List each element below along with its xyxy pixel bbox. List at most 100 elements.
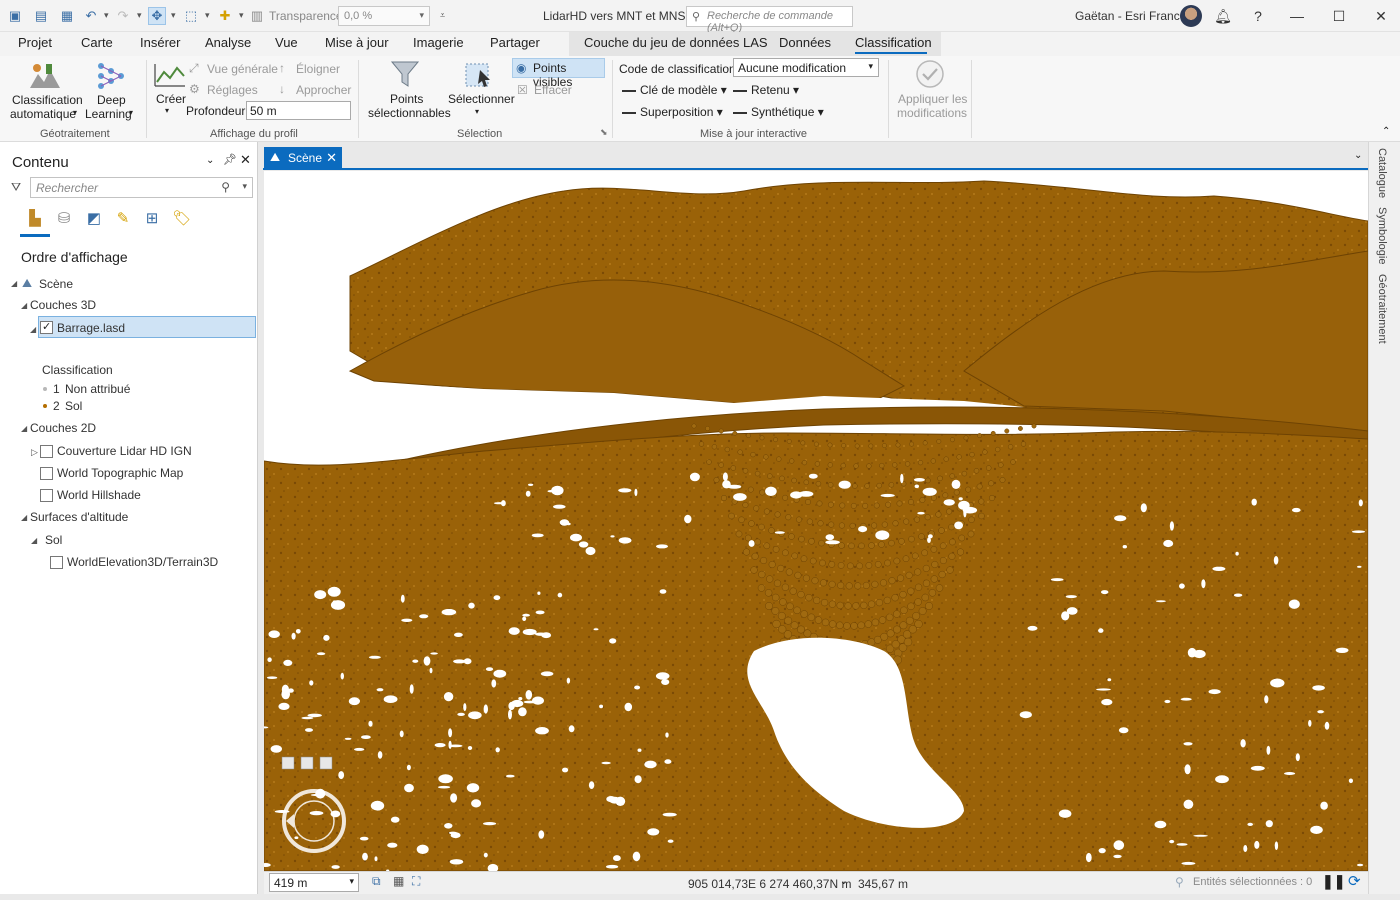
undo-dropdown-icon[interactable]: ▾ [104, 10, 109, 21]
explore-icon[interactable]: ✥ [148, 7, 166, 25]
select-dropdown-icon[interactable]: ▾ [205, 10, 210, 21]
select-button[interactable]: Sélectionner [448, 92, 515, 106]
layer-checkbox[interactable] [40, 489, 53, 502]
collapse-icon[interactable]: ◢ [31, 536, 37, 545]
move-away-button[interactable]: Éloigner [296, 62, 340, 76]
selectable-points-label-1[interactable]: Points [390, 92, 423, 106]
chevron-down-icon[interactable]: ▾ [242, 181, 247, 192]
clear-button[interactable]: Effacer [534, 83, 572, 97]
collapse-ribbon-icon[interactable]: ⌃ [1382, 126, 1390, 137]
save-icon[interactable]: ▦ [58, 7, 76, 25]
dialog-launcher-icon[interactable]: ⬊ [600, 127, 608, 138]
redo-icon[interactable]: ↷ [114, 7, 132, 25]
overlap-dropdown[interactable]: Superposition ▾ [622, 105, 723, 119]
scene-node[interactable]: Scène [39, 277, 73, 291]
selection-icon[interactable]: ◩ [83, 207, 105, 229]
pin-icon[interactable]: 📌︎ [223, 153, 237, 166]
collapse-icon[interactable]: ◢ [21, 301, 27, 310]
close-button[interactable]: ✕ [1366, 6, 1396, 26]
las-layer-name[interactable]: Barrage.lasd [57, 321, 125, 335]
depth-input[interactable]: 50 m [246, 101, 351, 120]
snapping-icon[interactable]: ⊞ [141, 207, 163, 229]
layer-lidar-coverage[interactable]: Couverture Lidar HD IGN [57, 444, 192, 458]
transparency-input[interactable]: 0,0 % ▾ [338, 6, 430, 26]
selectable-points-label-2[interactable]: sélectionnables [368, 106, 451, 120]
apply-edits-label-2[interactable]: modifications [897, 106, 967, 120]
refresh-icon[interactable]: ⟳ [1348, 872, 1361, 890]
create-features-icon[interactable]: ✚ [216, 7, 234, 25]
tab-vue[interactable]: Vue [275, 35, 298, 50]
customize-toolbar-icon[interactable]: ⩡ [440, 10, 445, 21]
pane-options-icon[interactable]: ⌄ [206, 155, 214, 166]
settings-button[interactable]: Réglages [207, 83, 258, 97]
scene-view[interactable] [264, 171, 1368, 871]
avatar[interactable] [1180, 5, 1202, 27]
tab-partager[interactable]: Partager [490, 35, 540, 50]
chevron-down-icon[interactable]: ▾ [129, 108, 133, 117]
select-tool-icon[interactable]: ⬚ [182, 7, 200, 25]
deep-learning-label-2[interactable]: Learning [85, 107, 132, 121]
layer-world-hillshade[interactable]: World Hillshade [57, 488, 141, 502]
synthetic-dropdown[interactable]: Synthétique ▾ [733, 105, 824, 119]
tab-classification[interactable]: Classification [855, 35, 932, 50]
contents-search-input[interactable]: Rechercher ⚲ ▾ [30, 177, 253, 198]
tab-projet[interactable]: Projet [18, 35, 52, 50]
collapse-icon[interactable]: ◢ [21, 424, 27, 433]
class-code-select[interactable]: Aucune modification ▾ [733, 58, 879, 77]
scale-selector[interactable]: 419 m ▾ [269, 873, 359, 892]
grid-icon[interactable]: ▦ [393, 874, 404, 888]
tab-scene[interactable]: ⛰ Scène ✕ [264, 147, 342, 169]
refresh-extent-icon[interactable]: ⛶ [412, 874, 420, 889]
tab-analyse[interactable]: Analyse [205, 35, 251, 50]
terrain-layer[interactable]: WorldElevation3D/Terrain3D [67, 555, 218, 569]
close-pane-icon[interactable]: ✕ [240, 152, 251, 168]
labeling-icon[interactable]: 🏷︎ [171, 207, 193, 229]
coordinate-format-dropdown[interactable]: ⌄ [840, 876, 848, 887]
close-tab-icon[interactable]: ✕ [326, 150, 337, 166]
tab-donnees[interactable]: Données [779, 35, 831, 50]
layer-checkbox[interactable] [40, 467, 53, 480]
auto-classification-label-2[interactable]: automatique [10, 107, 76, 121]
redo-dropdown-icon[interactable]: ▾ [137, 10, 142, 21]
side-tab-catalogue[interactable]: Catalogue [1376, 148, 1388, 198]
apply-edits-label-1[interactable]: Appliquer les [898, 92, 967, 106]
collapse-icon[interactable]: ◢ [11, 279, 17, 288]
fixed-extent-icon[interactable]: ⧉ [372, 874, 381, 889]
drawing-order-icon[interactable]: ▙ [24, 207, 46, 229]
visible-points-toggle[interactable]: ◉ Points visibles [512, 58, 605, 89]
selected-features-count[interactable]: Entités sélectionnées : 0 [1193, 876, 1312, 888]
approach-button[interactable]: Approcher [296, 83, 351, 97]
data-source-icon[interactable]: ⛁ [53, 207, 75, 229]
chevron-down-icon[interactable]: ▾ [73, 108, 77, 117]
withheld-dropdown[interactable]: Retenu ▾ [733, 83, 799, 97]
explore-dropdown-icon[interactable]: ▾ [171, 10, 176, 21]
create-profile-button[interactable]: Créer [156, 92, 186, 106]
pause-drawing-icon[interactable]: ❚❚ [1322, 873, 1345, 890]
tab-inserer[interactable]: Insérer [140, 35, 180, 50]
side-tab-symbology[interactable]: Symbologie [1376, 207, 1388, 264]
layer-checkbox[interactable] [40, 445, 53, 458]
maximize-button[interactable]: ☐ [1324, 6, 1354, 26]
side-tab-geoprocessing[interactable]: Géotraitement [1376, 274, 1388, 344]
help-icon[interactable]: ? [1243, 6, 1273, 26]
user-name[interactable]: Gaëtan - Esri France [1075, 9, 1186, 23]
tab-list-icon[interactable]: ⌄ [1354, 150, 1362, 161]
navigation-mini-buttons[interactable] [281, 756, 333, 770]
command-search-input[interactable]: ⚲ Recherche de commande (Alt+Q) [686, 6, 853, 34]
deep-learning-label-1[interactable]: Deep [97, 93, 126, 107]
tab-mise-a-jour[interactable]: Mise à jour [325, 35, 389, 50]
filter-icon[interactable]: ⛛ [11, 180, 21, 195]
chevron-down-icon[interactable]: ▾ [165, 106, 169, 115]
point-cloud-render[interactable] [264, 171, 1368, 871]
tab-carte[interactable]: Carte [81, 35, 113, 50]
tab-imagerie[interactable]: Imagerie [413, 35, 464, 50]
chevron-down-icon[interactable]: ▾ [475, 107, 479, 116]
model-key-dropdown[interactable]: Clé de modèle ▾ [622, 83, 727, 97]
layers-3d-node[interactable]: Couches 3D [30, 298, 96, 312]
editing-icon[interactable]: ✎ [112, 207, 134, 229]
notifications-icon[interactable]: 🔔︎ [1208, 6, 1238, 26]
collapse-icon[interactable]: ◢ [21, 513, 27, 522]
tab-las-dataset-layer[interactable]: Couche du jeu de données LAS [584, 35, 768, 50]
collapse-icon[interactable]: ◢ [30, 325, 36, 334]
elevation-surfaces-node[interactable]: Surfaces d'altitude [30, 510, 128, 524]
